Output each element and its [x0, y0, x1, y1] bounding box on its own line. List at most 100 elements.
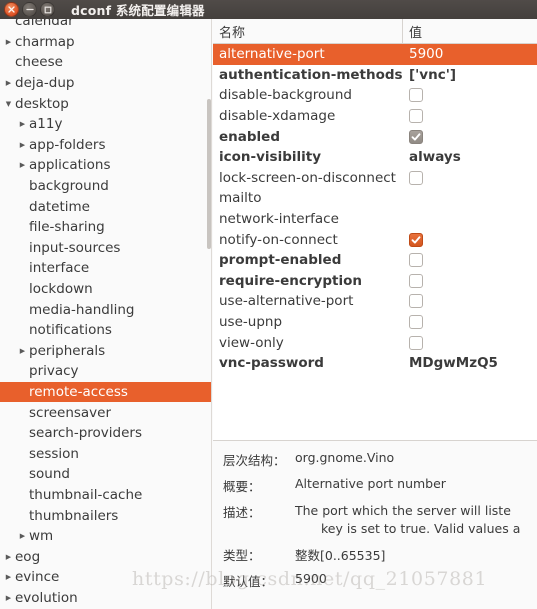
sidebar-item-session[interactable]: ▶session — [0, 443, 211, 464]
checkbox-unchecked[interactable] — [409, 294, 423, 309]
table-row[interactable]: disable-background — [213, 85, 537, 106]
table-row[interactable]: notify-on-connect — [213, 229, 537, 250]
key-value-cell[interactable] — [403, 129, 537, 144]
column-header-name[interactable]: 名称 — [213, 19, 403, 43]
maximize-button[interactable] — [40, 2, 55, 17]
key-value-cell: ['vnc'] — [409, 66, 457, 83]
table-row[interactable]: prompt-enabled — [213, 250, 537, 271]
chevron-right-icon[interactable]: ▶ — [16, 347, 29, 355]
checkbox-checked[interactable] — [409, 129, 423, 144]
key-value-cell[interactable] — [403, 253, 537, 268]
sidebar-item-desktop[interactable]: ▼ desktop — [0, 93, 211, 114]
chevron-right-icon[interactable]: ▶ — [2, 594, 15, 602]
sidebar-item-datetime[interactable]: ▶datetime — [0, 196, 211, 217]
sidebar-item-interface[interactable]: ▶interface — [0, 258, 211, 279]
sidebar-item-label: peripherals — [29, 342, 106, 359]
sidebar-item-eog[interactable]: ▶ eog — [0, 546, 211, 567]
chevron-right-icon[interactable]: ▶ — [2, 573, 15, 581]
detail-label-default: 默认值： — [223, 574, 274, 590]
sidebar-item-screensaver[interactable]: ▶screensaver — [0, 402, 211, 423]
chevron-right-icon[interactable]: ▶ — [2, 79, 15, 87]
chevron-right-icon[interactable]: ▶ — [16, 141, 29, 149]
key-value-cell[interactable] — [403, 232, 537, 247]
chevron-right-icon[interactable]: ▶ — [2, 553, 15, 561]
sidebar-item-app-folders[interactable]: ▶ app-folders — [0, 135, 211, 156]
checkbox-unchecked[interactable] — [409, 88, 423, 103]
column-header-value[interactable]: 值 — [403, 19, 537, 43]
sidebar-item-file-sharing[interactable]: ▶file-sharing — [0, 217, 211, 238]
sidebar-item-label: calendar — [15, 19, 74, 30]
checkbox-unchecked[interactable] — [409, 109, 423, 124]
table-row[interactable]: require-encryption — [213, 271, 537, 292]
key-value-cell[interactable] — [403, 109, 537, 124]
key-value-cell[interactable] — [403, 294, 537, 309]
key-value-cell[interactable] — [403, 170, 537, 185]
checkbox-unchecked[interactable] — [409, 315, 423, 330]
table-row[interactable]: use-upnp — [213, 312, 537, 333]
table-row[interactable]: disable-xdamage — [213, 106, 537, 127]
key-list-area: 名称 值 alternative-port 5900 authentication-… — [213, 19, 537, 440]
schema-tree-sidebar[interactable]: ▶calendar▶charmap▶cheese▶deja-dup▼deskto… — [0, 19, 212, 609]
checkbox-checked[interactable] — [409, 232, 423, 247]
minimize-button[interactable] — [22, 2, 37, 17]
sidebar-item-wm[interactable]: ▶ wm — [0, 526, 211, 547]
check-icon — [411, 133, 421, 141]
detail-row-type: 类型： 整数[0..65535] — [213, 545, 537, 564]
table-row[interactable]: network-interface — [213, 209, 537, 230]
sidebar-item-label: evolution — [15, 589, 78, 606]
sidebar-item-notifications[interactable]: ▶notifications — [0, 320, 211, 341]
sidebar-item-lockdown[interactable]: ▶lockdown — [0, 279, 211, 300]
table-row[interactable]: enabled — [213, 126, 537, 147]
sidebar-item-evolution[interactable]: ▶ evolution — [0, 588, 211, 609]
checkbox-unchecked[interactable] — [409, 335, 423, 350]
sidebar-item-search-providers[interactable]: ▶search-providers — [0, 423, 211, 444]
chevron-right-icon[interactable]: ▶ — [2, 38, 15, 46]
checkbox-unchecked[interactable] — [409, 253, 423, 268]
table-row[interactable]: icon-visibility always — [213, 147, 537, 168]
sidebar-item-deja-dup[interactable]: ▶ deja-dup — [0, 73, 211, 94]
table-row[interactable]: use-alternative-port — [213, 291, 537, 312]
checkbox-unchecked[interactable] — [409, 170, 423, 185]
table-row[interactable]: vnc-password MDgwMzQ5 — [213, 353, 537, 374]
sidebar-item-sound[interactable]: ▶sound — [0, 464, 211, 485]
sidebar-item-thumbnail-cache[interactable]: ▶thumbnail-cache — [0, 485, 211, 506]
sidebar-item-label: session — [29, 445, 79, 462]
sidebar-scrollbar-thumb[interactable] — [207, 99, 211, 249]
sidebar-item-input-sources[interactable]: ▶input-sources — [0, 238, 211, 259]
sidebar-item-charmap[interactable]: ▶ charmap — [0, 32, 211, 53]
maximize-icon — [44, 6, 51, 13]
key-value-cell[interactable] — [403, 88, 537, 103]
chevron-down-icon[interactable]: ▼ — [2, 100, 15, 108]
detail-row-schema: 层次结构： org.gnome.Vino — [213, 450, 537, 469]
chevron-right-icon[interactable]: ▶ — [16, 161, 29, 169]
sidebar-item-label: app-folders — [29, 136, 106, 153]
sidebar-item-evince[interactable]: ▶ evince — [0, 567, 211, 588]
sidebar-item-cheese[interactable]: ▶cheese — [0, 52, 211, 73]
table-row[interactable]: authentication-methods ['vnc'] — [213, 65, 537, 86]
sidebar-item-calendar[interactable]: ▶calendar — [0, 19, 211, 32]
key-value-cell[interactable] — [403, 335, 537, 350]
table-row[interactable]: mailto — [213, 188, 537, 209]
detail-value-description: The port which the server will liste key… — [291, 502, 537, 538]
checkbox-unchecked[interactable] — [409, 273, 423, 288]
sidebar-item-media-handling[interactable]: ▶media-handling — [0, 299, 211, 320]
chevron-right-icon[interactable]: ▶ — [16, 532, 29, 540]
sidebar-item-privacy[interactable]: ▶privacy — [0, 361, 211, 382]
sidebar-item-a11y[interactable]: ▶ a11y — [0, 114, 211, 135]
table-row[interactable]: lock-screen-on-disconnect — [213, 168, 537, 189]
table-row[interactable]: view-only — [213, 332, 537, 353]
sidebar-item-applications[interactable]: ▶ applications — [0, 155, 211, 176]
chevron-right-icon[interactable]: ▶ — [16, 120, 29, 128]
sidebar-scrollbar[interactable] — [207, 19, 211, 609]
sidebar-item-background[interactable]: ▶background — [0, 176, 211, 197]
key-value-cell[interactable] — [403, 315, 537, 330]
key-value-cell[interactable] — [403, 273, 537, 288]
sidebar-item-peripherals[interactable]: ▶ peripherals — [0, 341, 211, 362]
table-row[interactable]: alternative-port 5900 — [213, 44, 537, 65]
sidebar-item-remote-access[interactable]: ▶remote-access — [0, 381, 211, 403]
dconf-editor-window: dconf 系统配置编辑器 ▶calendar▶charmap▶cheese▶d… — [0, 0, 537, 609]
sidebar-item-label: evince — [15, 569, 60, 586]
sidebar-item-thumbnailers[interactable]: ▶thumbnailers — [0, 505, 211, 526]
close-button[interactable] — [4, 2, 19, 17]
key-name-cell: mailto — [219, 190, 262, 207]
